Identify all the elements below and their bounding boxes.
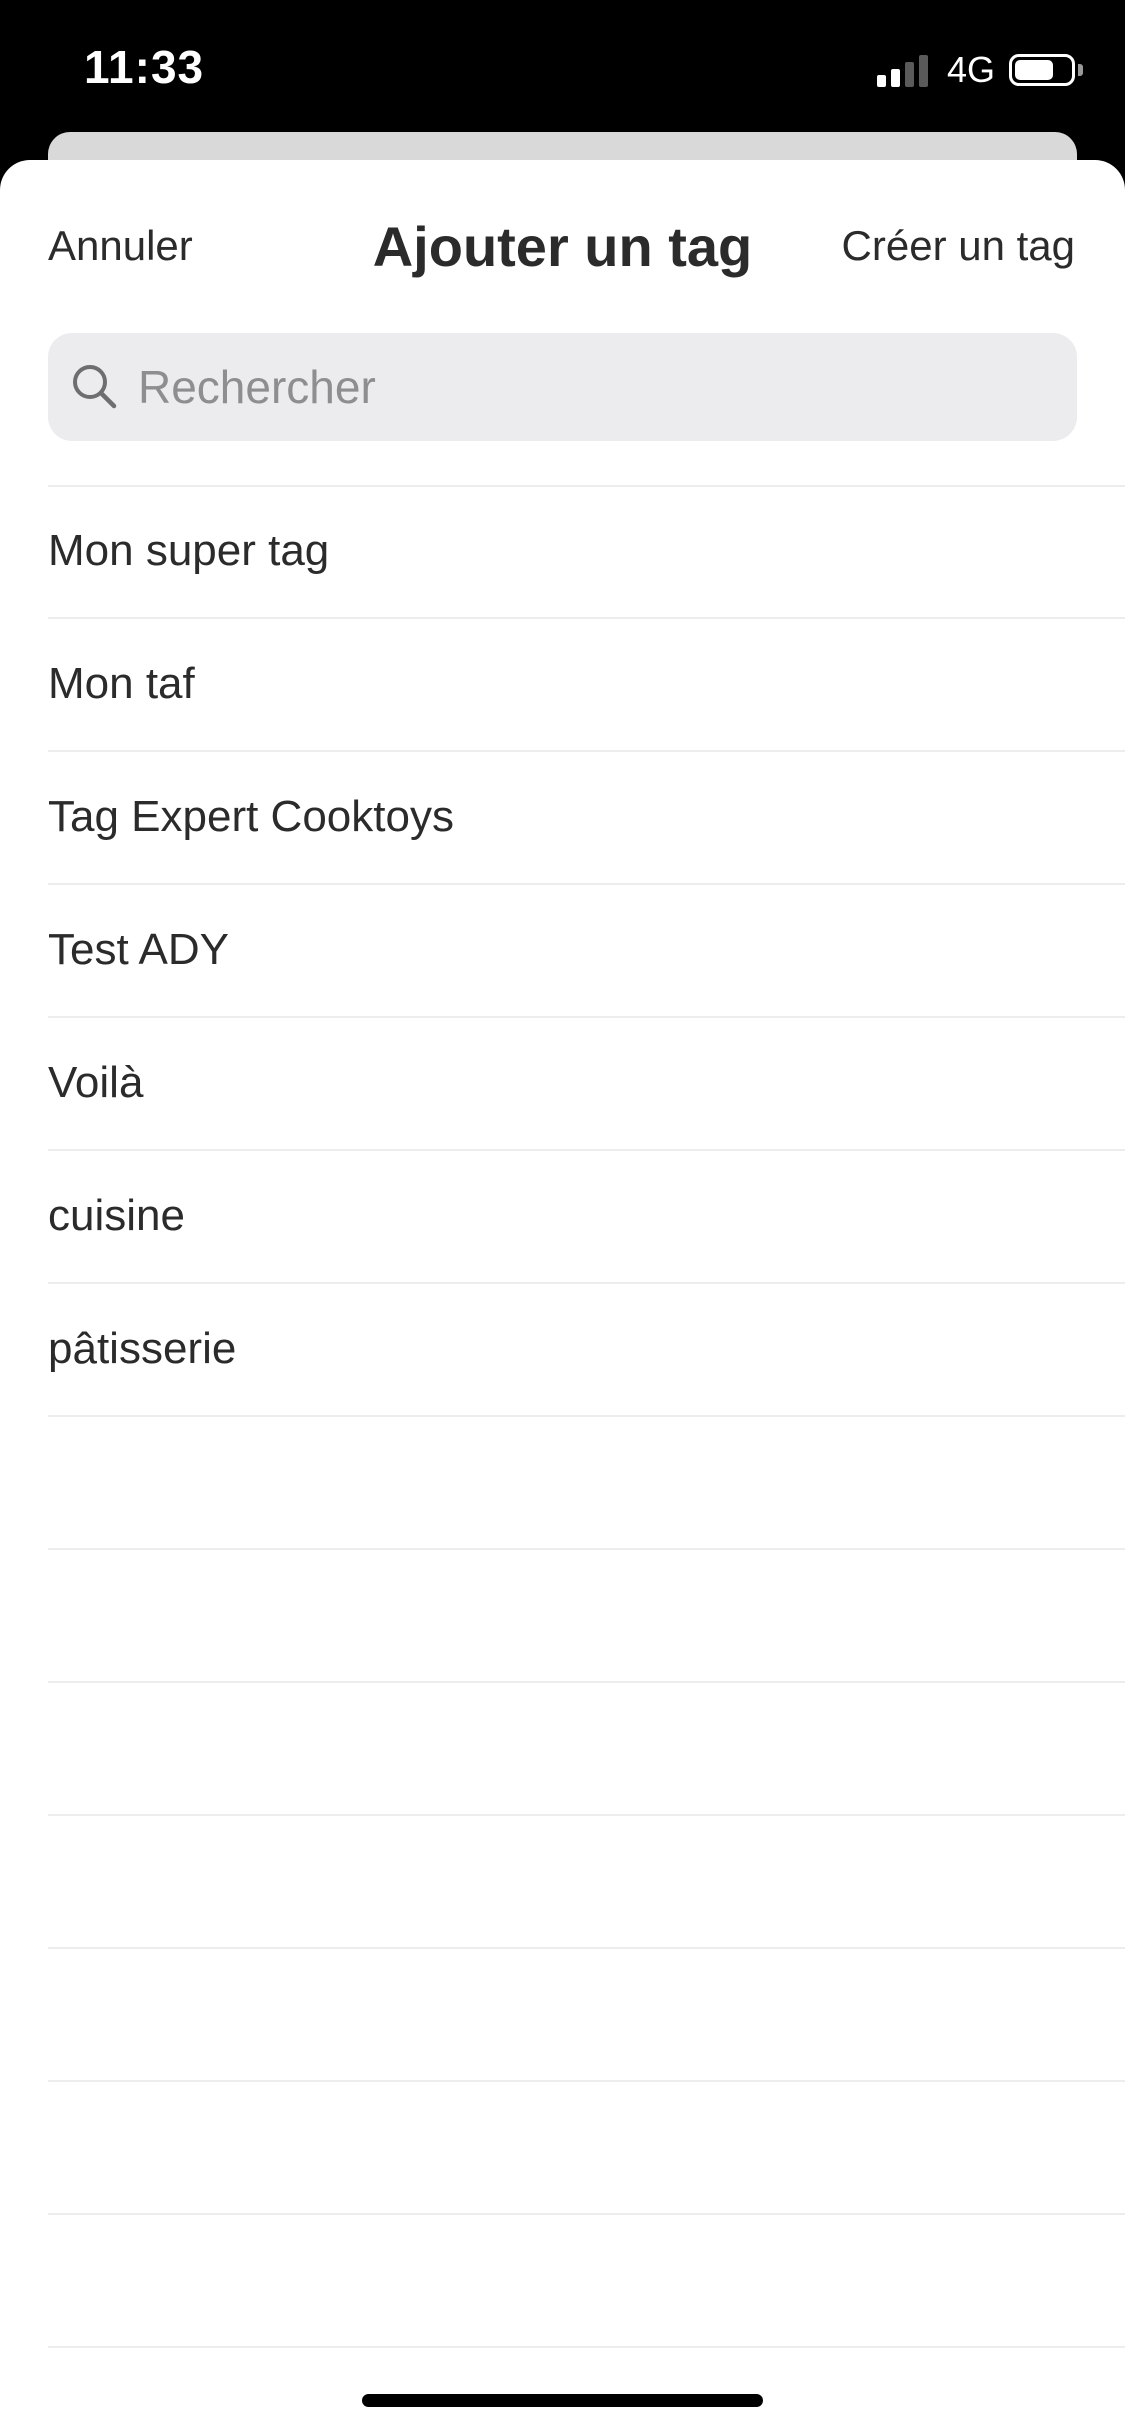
battery-icon <box>1009 54 1075 86</box>
tag-label: Mon super tag <box>48 526 330 575</box>
list-item[interactable]: pâtisserie <box>48 1284 1125 1417</box>
signal-bar <box>918 55 928 87</box>
status-time: 11:33 <box>84 41 205 93</box>
network-type-label: 4G <box>946 49 995 90</box>
tag-label: Voilà <box>48 1058 144 1107</box>
status-bar: 11:33 4G <box>0 0 1125 135</box>
empty-list-row <box>48 1816 1125 1949</box>
tag-label: pâtisserie <box>48 1324 237 1373</box>
empty-list-row <box>48 1550 1125 1683</box>
empty-list-row <box>48 1949 1125 2082</box>
status-indicators: 4G <box>876 48 1083 92</box>
list-item[interactable]: Voilà <box>48 1018 1125 1151</box>
tag-list: Mon super tag Mon taf Tag Expert Cooktoys T… <box>0 486 1125 2348</box>
tag-label: cuisine <box>48 1191 185 1240</box>
tag-label: Test ADY <box>48 925 229 974</box>
empty-list-row <box>48 1417 1125 1550</box>
battery-fill <box>1015 60 1053 80</box>
signal-bar <box>904 62 914 87</box>
cellular-signal-icon <box>876 53 933 87</box>
cancel-button[interactable]: Annuler <box>48 222 193 270</box>
search-icon <box>73 365 117 409</box>
list-item[interactable]: Test ADY <box>48 885 1125 1018</box>
signal-bar <box>890 69 900 87</box>
list-item[interactable]: Mon super tag <box>48 486 1125 619</box>
search-input[interactable] <box>138 333 1038 441</box>
signal-bar <box>876 75 886 87</box>
battery-tip <box>1078 64 1083 76</box>
list-item[interactable]: Mon taf <box>48 619 1125 752</box>
home-indicator <box>362 2394 763 2407</box>
tag-label: Mon taf <box>48 659 195 708</box>
screen: 11:33 4G Annuler Ajouter un tag Créer un… <box>0 0 1125 2436</box>
tag-label: Tag Expert Cooktoys <box>48 792 454 841</box>
list-item[interactable]: cuisine <box>48 1151 1125 1284</box>
list-item[interactable]: Tag Expert Cooktoys <box>48 752 1125 885</box>
search-bar[interactable] <box>48 333 1077 441</box>
create-tag-button[interactable]: Créer un tag <box>842 222 1075 270</box>
empty-list-row <box>48 2082 1125 2215</box>
empty-list-row <box>48 2215 1125 2348</box>
sheet-header: Annuler Ajouter un tag Créer un tag <box>0 160 1125 330</box>
add-tag-sheet: Annuler Ajouter un tag Créer un tag Mon … <box>0 160 1125 2436</box>
empty-list-row <box>48 1683 1125 1816</box>
